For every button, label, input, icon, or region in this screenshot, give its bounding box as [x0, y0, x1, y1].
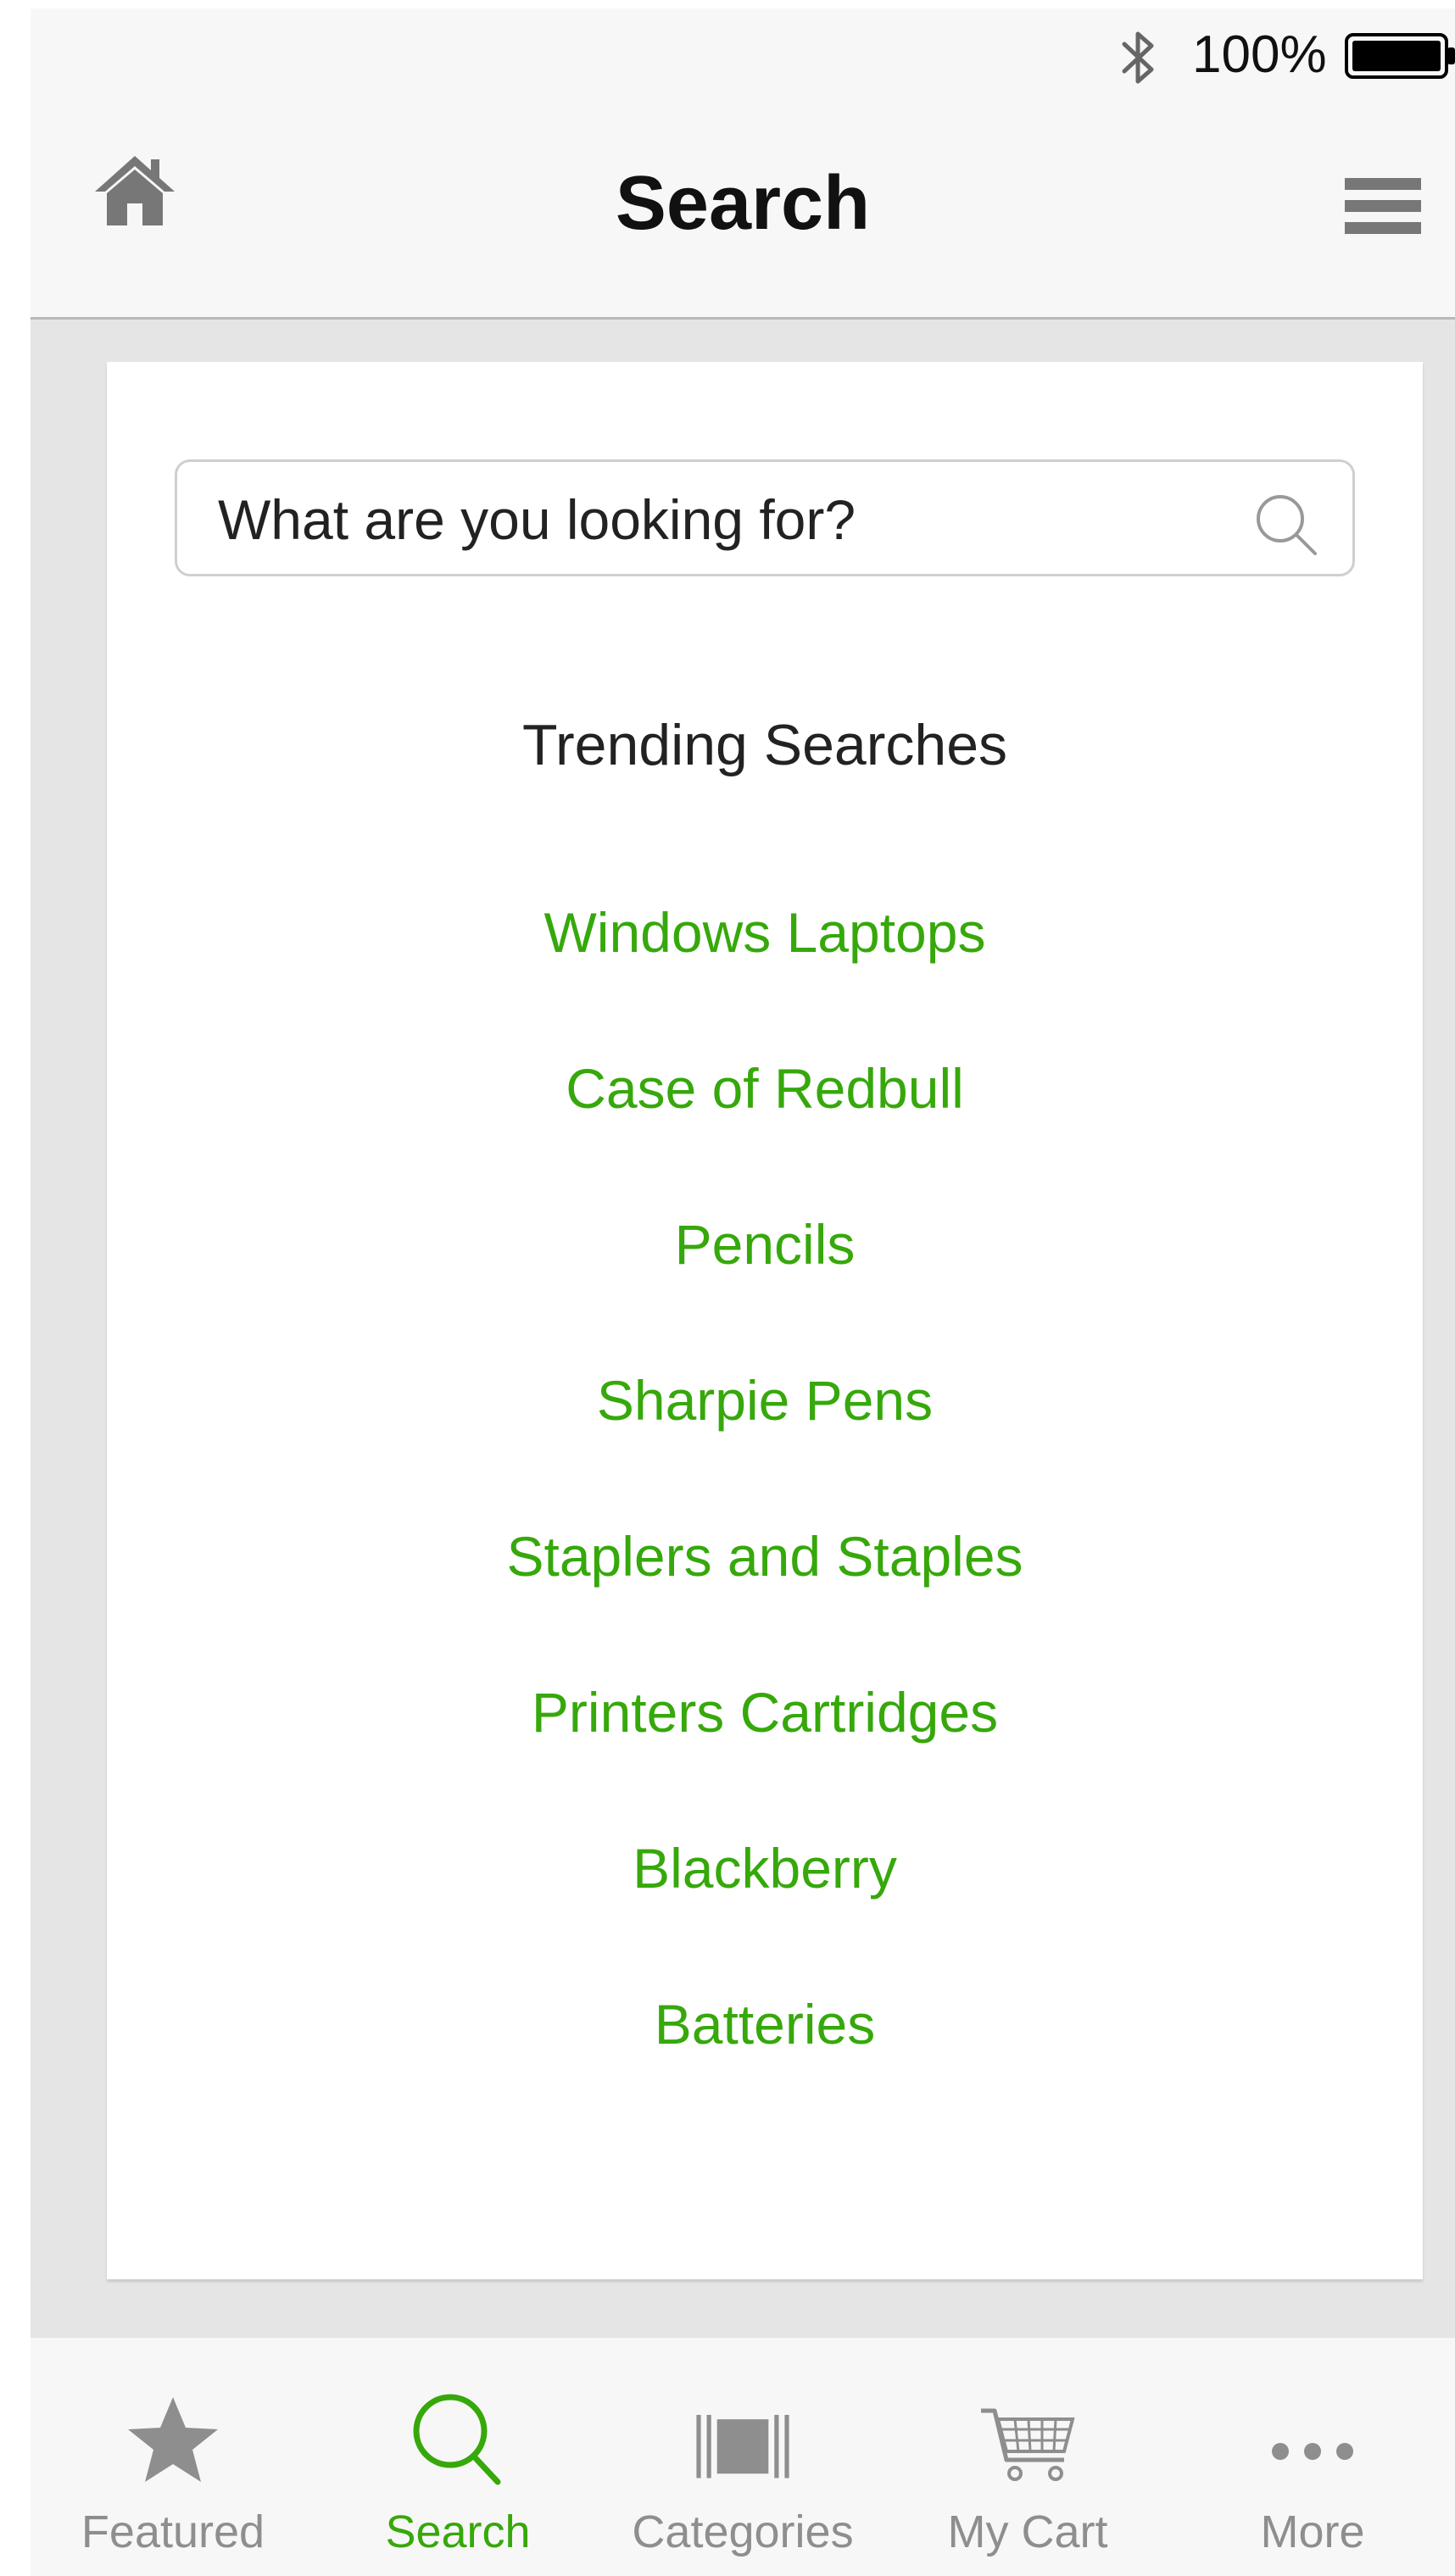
tab-categories-label: Categories [632, 2506, 854, 2557]
tab-featured-label: Featured [81, 2506, 265, 2557]
trending-item-windows-laptops[interactable]: Windows Laptops [107, 904, 1423, 1060]
trending-item-blackberry[interactable]: Blackberry [107, 1840, 1423, 1996]
battery-full-icon [1345, 33, 1455, 79]
trending-item-sharpie-pens[interactable]: Sharpie Pens [107, 1372, 1423, 1528]
magnifier-icon[interactable] [1254, 492, 1318, 557]
navigation-bar: Search [31, 102, 1455, 320]
tab-bar: Featured Search Categories My Cart More [31, 2338, 1455, 2576]
trending-item-case-of-redbull[interactable]: Case of Redbull [107, 1060, 1423, 1216]
tab-more-label: More [1260, 2506, 1365, 2557]
tab-my-cart-label: My Cart [947, 2506, 1108, 2557]
battery-percentage: 100% [1192, 25, 1327, 84]
cart-icon [981, 2408, 1075, 2481]
tab-featured[interactable]: Featured [31, 2338, 315, 2576]
app-screen: 100% Search Trending Searches [31, 8, 1455, 2576]
trending-searches-title: Trending Searches [521, 713, 1008, 777]
trending-item-printers-cartridges[interactable]: Printers Cartridges [107, 1684, 1423, 1840]
hamburger-menu-icon[interactable] [1345, 176, 1426, 241]
bluetooth-icon [1122, 31, 1154, 84]
trending-searches-list: Windows Laptops Case of Redbull Pencils … [107, 904, 1423, 2152]
search-input[interactable] [218, 479, 1218, 559]
trending-item-staplers-and-staples[interactable]: Staplers and Staples [107, 1528, 1423, 1684]
trending-item-batteries[interactable]: Batteries [107, 1996, 1423, 2152]
page-title: Search [615, 161, 871, 246]
search-box[interactable] [175, 459, 1355, 576]
tab-my-cart[interactable]: My Cart [885, 2338, 1170, 2576]
tab-search[interactable]: Search [315, 2338, 600, 2576]
trending-item-pencils[interactable]: Pencils [107, 1216, 1423, 1372]
tab-search-label: Search [385, 2506, 531, 2557]
search-card: Trending Searches Windows Laptops Case o… [107, 362, 1423, 2279]
tab-categories[interactable]: Categories [600, 2338, 885, 2576]
magnifier-icon [413, 2394, 501, 2485]
status-bar: 100% [31, 8, 1455, 102]
star-icon [128, 2397, 218, 2482]
ellipsis-icon [1272, 2443, 1353, 2460]
barcode-icon [696, 2414, 789, 2479]
tab-more[interactable]: More [1170, 2338, 1455, 2576]
